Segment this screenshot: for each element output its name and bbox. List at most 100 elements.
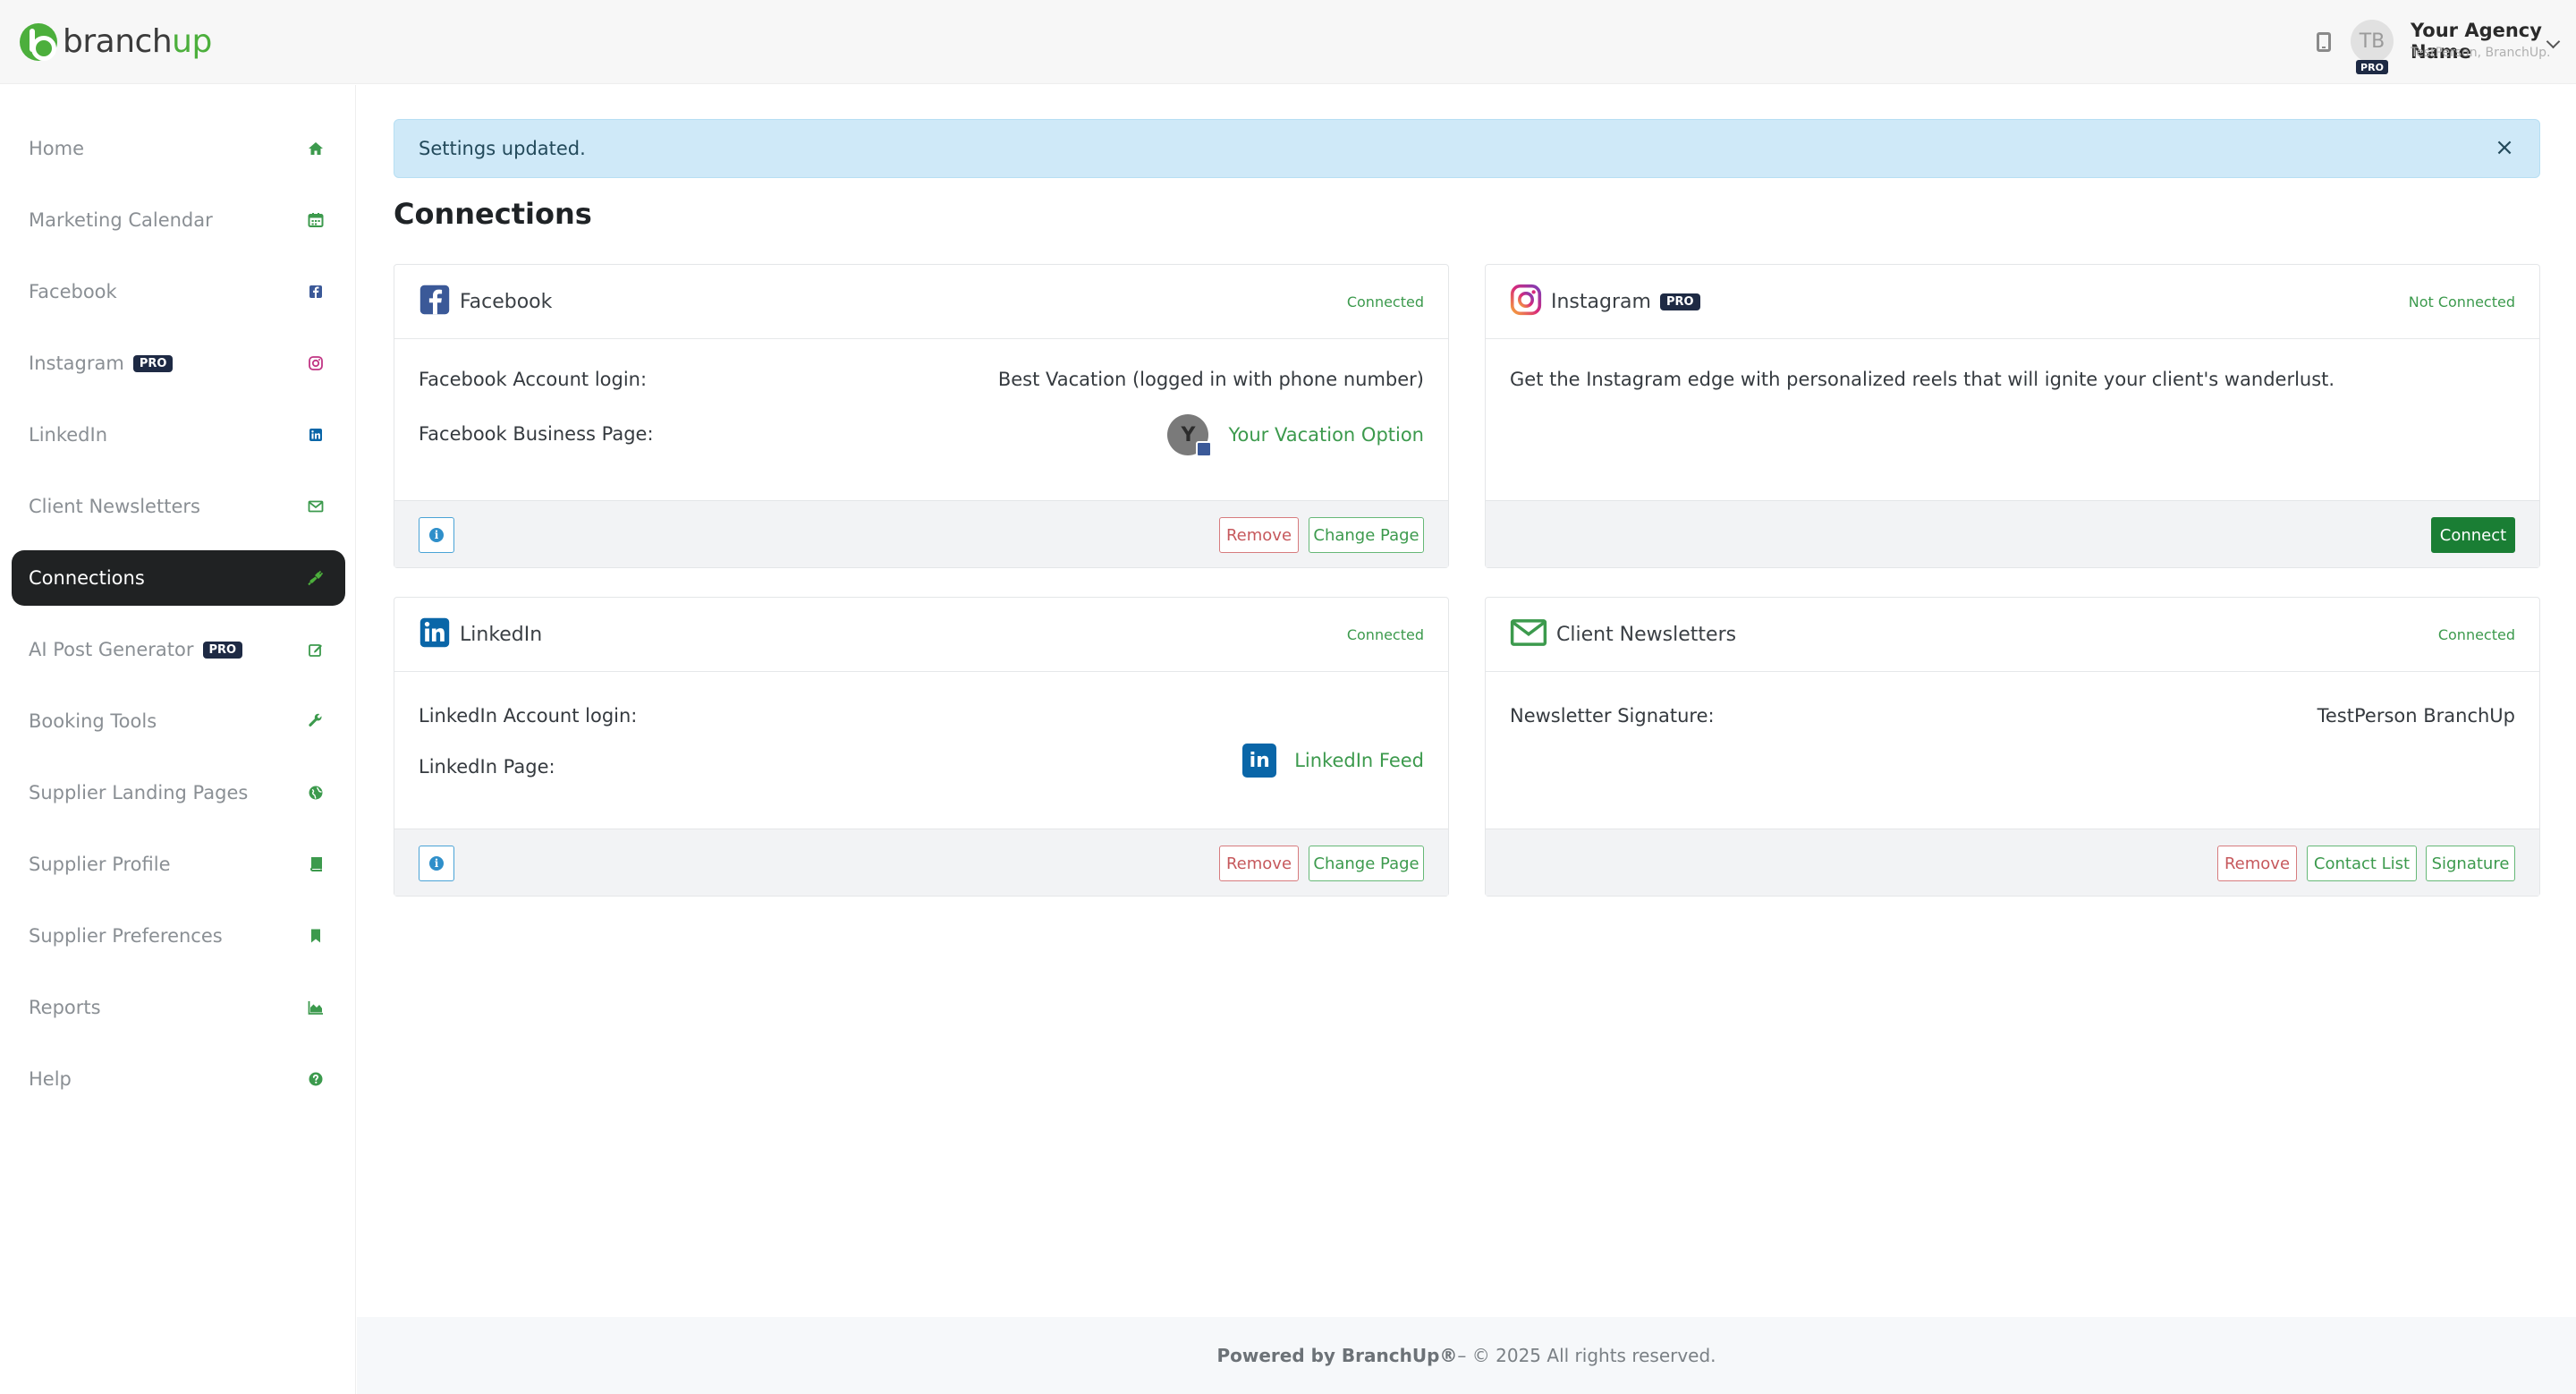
- instagram-connection-card: Instagram PRO Not Connected Get the Inst…: [1485, 264, 2540, 568]
- linkedin-page-link[interactable]: LinkedIn Feed: [1294, 750, 1424, 771]
- facebook-account-row: Facebook Account login: Best Vacation (l…: [419, 369, 1424, 395]
- sidebar-item-label: Reports: [29, 997, 101, 1018]
- branchup-logo[interactable]: branchup: [20, 20, 212, 64]
- sidebar-item-ai-post-generator[interactable]: AI Post Generator PRO: [12, 622, 345, 677]
- tablet-icon[interactable]: [2317, 32, 2331, 52]
- plug-icon: [306, 568, 326, 588]
- branchup-logo-icon: [20, 23, 57, 61]
- linkedin-account-row: LinkedIn Account login:: [419, 705, 1424, 732]
- sidebar-item-linkedin[interactable]: LinkedIn: [12, 407, 345, 463]
- card-header: LinkedIn Connected: [394, 598, 1448, 672]
- facebook-change-page-button[interactable]: Change Page: [1309, 517, 1424, 553]
- envelope-icon: [1510, 616, 1547, 652]
- footer-brand: Powered by BranchUp®: [1216, 1345, 1458, 1366]
- facebook-account-value: Best Vacation (logged in with phone numb…: [997, 369, 1424, 390]
- sidebar-item-marketing-calendar[interactable]: Marketing Calendar: [12, 192, 345, 248]
- sidebar-item-label: Facebook: [29, 281, 117, 302]
- linkedin-icon: [306, 425, 326, 445]
- avatar-pro-badge: PRO: [2356, 60, 2388, 74]
- facebook-icon: [419, 284, 451, 319]
- card-footer: i Remove Change Page: [394, 829, 1448, 896]
- info-button[interactable]: i: [419, 846, 454, 881]
- facebook-remove-button[interactable]: Remove: [1219, 517, 1299, 553]
- signature-button[interactable]: Signature: [2426, 846, 2515, 881]
- info-icon: i: [429, 856, 444, 871]
- envelope-icon: [306, 497, 326, 516]
- sidebar-item-reports[interactable]: Reports: [12, 980, 345, 1035]
- sidebar-item-booking-tools[interactable]: Booking Tools: [12, 693, 345, 749]
- facebook-account-label: Facebook Account login:: [419, 369, 648, 390]
- logo-text-up: up: [172, 23, 212, 60]
- contact-list-button[interactable]: Contact List: [2307, 846, 2417, 881]
- wrench-icon: [306, 711, 326, 731]
- card-footer: Connect: [1486, 500, 2539, 567]
- instagram-description: Get the Instagram edge with personalized…: [1510, 369, 2335, 390]
- book-icon: [306, 854, 326, 874]
- sidebar-item-label: Help: [29, 1068, 72, 1090]
- card-footer: Remove Contact List Signature: [1486, 829, 2539, 896]
- top-bar: branchup TB PRO Your Agency Name TestPer…: [0, 0, 2576, 84]
- sidebar-item-supplier-preferences[interactable]: Supplier Preferences: [12, 908, 345, 964]
- status-badge: Connected: [1346, 293, 1424, 310]
- linkedin-page-label: LinkedIn Page:: [419, 756, 555, 778]
- sidebar-item-supplier-profile[interactable]: Supplier Profile: [12, 837, 345, 892]
- status-badge: Connected: [2437, 626, 2515, 643]
- sidebar-item-label: LinkedIn: [29, 424, 108, 446]
- page-footer: Powered by BranchUp® – © 2025 All rights…: [357, 1317, 2576, 1394]
- sidebar-item-facebook[interactable]: Facebook: [12, 264, 345, 319]
- linkedin-account-label: LinkedIn Account login:: [419, 705, 638, 727]
- sidebar-item-instagram[interactable]: Instagram PRO: [12, 336, 345, 391]
- sidebar-item-label: Supplier Profile: [29, 854, 171, 875]
- sidebar-item-label: AI Post Generator: [29, 639, 194, 660]
- newsletter-signature-row: Newsletter Signature: TestPerson BranchU…: [1510, 705, 2515, 732]
- facebook-mini-icon: [1196, 441, 1213, 457]
- facebook-page-row: Facebook Business Page: Y Your Vacation …: [419, 414, 1424, 459]
- sidebar-item-home[interactable]: Home: [12, 121, 345, 176]
- home-icon: [306, 139, 326, 158]
- sidebar-item-supplier-landing-pages[interactable]: Supplier Landing Pages: [12, 765, 345, 820]
- close-icon[interactable]: ×: [2493, 136, 2516, 159]
- linkedin-page-value: in LinkedIn Feed: [1242, 744, 1424, 778]
- avatar[interactable]: TB: [2351, 20, 2394, 63]
- pro-badge: PRO: [202, 641, 243, 659]
- linkedin-icon: [419, 616, 451, 652]
- globe-icon: [306, 783, 326, 803]
- sidebar-item-client-newsletters[interactable]: Client Newsletters: [12, 479, 345, 534]
- linkedin-remove-button[interactable]: Remove: [1219, 846, 1299, 881]
- user-menu[interactable]: TB PRO Your Agency Name TestPerson, Bran…: [2254, 0, 2576, 84]
- sidebar-item-label: Instagram: [29, 353, 124, 374]
- newsletter-remove-button[interactable]: Remove: [2217, 846, 2297, 881]
- card-header: Facebook Connected: [394, 265, 1448, 339]
- sidebar-item-label: Connections: [29, 567, 145, 589]
- question-circle-icon: [306, 1069, 326, 1089]
- card-title: Instagram: [1551, 290, 1651, 313]
- newsletter-signature-label: Newsletter Signature:: [1510, 705, 1715, 727]
- card-title: LinkedIn: [460, 623, 543, 646]
- calendar-icon: [306, 210, 326, 230]
- page-title: Connections: [394, 197, 592, 231]
- linkedin-change-page-button[interactable]: Change Page: [1309, 846, 1424, 881]
- sidebar-item-label: Supplier Landing Pages: [29, 782, 249, 803]
- sidebar: Home Marketing Calendar Facebook Instagr…: [0, 85, 356, 1394]
- instagram-connect-button[interactable]: Connect: [2431, 517, 2515, 553]
- pro-badge: PRO: [1659, 293, 1700, 310]
- newsletters-connection-card: Client Newsletters Connected Newsletter …: [1485, 597, 2540, 897]
- instagram-icon: [306, 353, 326, 373]
- page-avatar-initial: Y: [1181, 423, 1196, 446]
- sidebar-item-help[interactable]: Help: [12, 1051, 345, 1107]
- info-button[interactable]: i: [419, 517, 454, 553]
- card-footer: i Remove Change Page: [394, 500, 1448, 567]
- alert-message: Settings updated.: [419, 138, 586, 159]
- settings-updated-alert: Settings updated. ×: [394, 119, 2540, 178]
- logo-text-branch: branch: [63, 23, 173, 60]
- facebook-page-value: Y Your Vacation Option: [1167, 414, 1424, 457]
- linkedin-page-row: LinkedIn Page: in LinkedIn Feed: [419, 744, 1424, 785]
- card-header: Client Newsletters Connected: [1486, 598, 2539, 672]
- instagram-icon: [1510, 284, 1542, 319]
- facebook-page-link[interactable]: Your Vacation Option: [1228, 424, 1424, 446]
- bookmark-icon: [306, 926, 326, 946]
- footer-copyright: – © 2025 All rights reserved.: [1457, 1345, 1716, 1366]
- edit-icon: [306, 640, 326, 659]
- facebook-icon: [306, 282, 326, 302]
- sidebar-item-connections[interactable]: Connections: [12, 550, 345, 606]
